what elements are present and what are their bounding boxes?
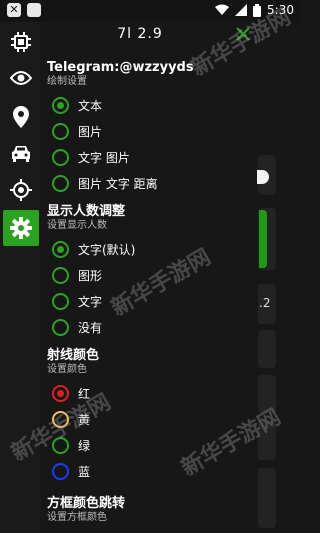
background-green-bar: [259, 210, 267, 268]
car-icon: [12, 146, 30, 162]
eye-icon: [10, 71, 32, 85]
sidebar-item-settings[interactable]: [3, 210, 39, 246]
radio-option[interactable]: 文字(默认): [47, 236, 257, 262]
radio-unselected[interactable]: [52, 292, 69, 310]
background-number: .2: [259, 296, 271, 310]
status-bar: ✕ 5:30: [0, 0, 300, 22]
signal-icon: [235, 4, 248, 16]
sidebar: [0, 22, 40, 533]
option-label: 图形: [78, 268, 103, 283]
sidebar-item-chip[interactable]: [3, 24, 39, 60]
page-title: 7l 2.9: [117, 26, 163, 42]
radio-unselected[interactable]: [52, 318, 69, 336]
radio-option[interactable]: 图片: [47, 118, 257, 144]
sidebar-item-crosshair[interactable]: [3, 172, 39, 208]
section-subtitle: 绘制设置: [47, 76, 87, 87]
radio-option[interactable]: 文本: [47, 92, 257, 118]
status-time: 5:30: [267, 3, 294, 17]
radio-selected-red[interactable]: [52, 384, 69, 402]
location-pin-icon: [13, 106, 29, 128]
sidebar-item-car[interactable]: [3, 135, 39, 171]
section-subtitle: 设置显示人数: [47, 220, 107, 231]
app-notification-icon: [27, 3, 41, 17]
radio-option[interactable]: 图形: [47, 262, 257, 288]
wifi-icon: [215, 4, 230, 15]
sidebar-item-eye[interactable]: [3, 60, 39, 96]
option-label: 图片: [78, 124, 103, 139]
radio-option[interactable]: 黄: [47, 406, 257, 432]
section-draw: Telegram:@wzzyyds 绘制设置 文本 图片 文字 图片 图片 文字…: [47, 60, 257, 196]
background-card: [258, 330, 276, 368]
option-label: 文字(默认): [78, 242, 136, 257]
option-label: 文字 图片: [78, 150, 130, 165]
option-label: 绿: [78, 438, 91, 453]
section-ray-color: 射线颜色 设置颜色 红 黄 绿 蓝: [47, 348, 257, 484]
section-subtitle: 设置颜色: [47, 364, 87, 375]
radio-selected[interactable]: [52, 96, 69, 114]
section-subtitle: 设置方框颜色: [47, 512, 107, 523]
background-card: [258, 468, 276, 528]
radio-unselected[interactable]: [52, 148, 69, 166]
radio-unselected[interactable]: [52, 266, 69, 284]
close-icon[interactable]: [235, 26, 251, 42]
section-title: 显示人数调整: [47, 204, 126, 219]
radio-option[interactable]: 没有: [47, 314, 257, 340]
radio-selected[interactable]: [52, 240, 69, 258]
chip-icon: [11, 32, 31, 52]
section-title: 方框颜色跳转: [47, 496, 126, 511]
radio-unselected[interactable]: [52, 122, 69, 140]
radio-option[interactable]: 文字: [47, 288, 257, 314]
sidebar-item-location[interactable]: [3, 99, 39, 135]
section-count: 显示人数调整 设置显示人数 文字(默认) 图形 文字 没有: [47, 204, 257, 340]
crosshair-icon: [10, 179, 32, 201]
radio-option[interactable]: 红: [47, 380, 257, 406]
radio-option[interactable]: 蓝: [47, 458, 257, 484]
battery-icon: [253, 3, 262, 17]
option-label: 红: [78, 386, 91, 401]
section-title: Telegram:@wzzyyds: [47, 60, 194, 75]
radio-unselected[interactable]: [52, 174, 69, 192]
radio-option[interactable]: 文字 图片: [47, 144, 257, 170]
background-card: [258, 420, 276, 460]
radio-unselected-green[interactable]: [52, 436, 69, 454]
option-label: 文本: [78, 98, 103, 113]
gear-icon: [10, 217, 32, 239]
close-notification-icon: ✕: [7, 3, 21, 17]
option-label: 图片 文字 距离: [78, 176, 158, 191]
option-label: 蓝: [78, 464, 91, 479]
radio-unselected-yellow[interactable]: [52, 410, 69, 428]
section-box-color: 方框颜色跳转 设置方框颜色: [47, 496, 257, 528]
radio-unselected-blue[interactable]: [52, 462, 69, 480]
option-label: 黄: [78, 412, 91, 427]
option-label: 没有: [78, 320, 103, 335]
option-label: 文字: [78, 294, 103, 309]
radio-option[interactable]: 图片 文字 距离: [47, 170, 257, 196]
background-card: [258, 375, 276, 413]
radio-option[interactable]: 绿: [47, 432, 257, 458]
section-title: 射线颜色: [47, 348, 100, 363]
